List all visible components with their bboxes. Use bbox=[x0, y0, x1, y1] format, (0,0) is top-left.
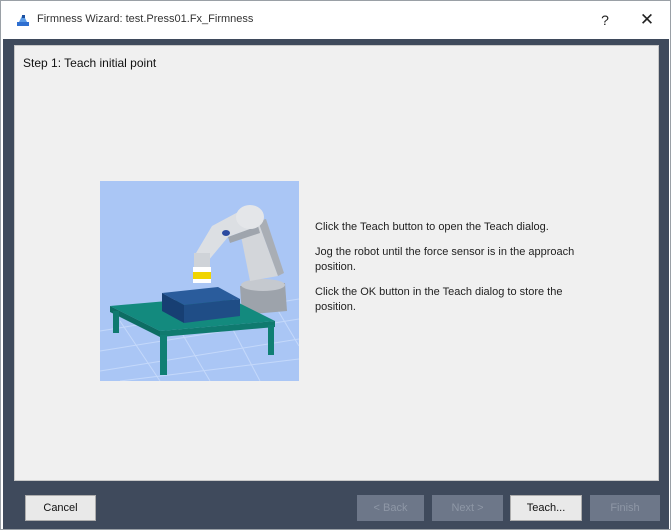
app-icon bbox=[17, 15, 29, 26]
window-title: Firmness Wizard: test.Press01.Fx_Firmnes… bbox=[37, 13, 254, 25]
cancel-button[interactable]: Cancel bbox=[25, 495, 96, 521]
finish-button[interactable]: Finish bbox=[590, 495, 660, 521]
instructions-text: Click the Teach button to open the Teach… bbox=[315, 220, 585, 325]
help-button[interactable]: ? bbox=[592, 7, 618, 33]
instruction-2: Jog the robot until the force sensor is … bbox=[315, 246, 575, 273]
close-button[interactable]: ✕ bbox=[632, 7, 662, 33]
instruction-3: Click the OK button in the Teach dialog … bbox=[315, 286, 563, 313]
teach-button[interactable]: Teach... bbox=[510, 495, 582, 521]
robot-scene-image bbox=[100, 205, 299, 381]
wizard-content-panel: Step 1: Teach initial point Click the Te… bbox=[14, 45, 659, 481]
back-button[interactable]: < Back bbox=[357, 495, 424, 521]
next-button[interactable]: Next > bbox=[432, 495, 503, 521]
step-title: Step 1: Teach initial point bbox=[23, 56, 157, 70]
robot-illustration bbox=[100, 181, 299, 381]
firmness-wizard-window: Firmness Wizard: test.Press01.Fx_Firmnes… bbox=[0, 0, 671, 530]
instruction-1: Click the Teach button to open the Teach… bbox=[315, 221, 549, 233]
title-bar: Firmness Wizard: test.Press01.Fx_Firmnes… bbox=[1, 1, 670, 39]
